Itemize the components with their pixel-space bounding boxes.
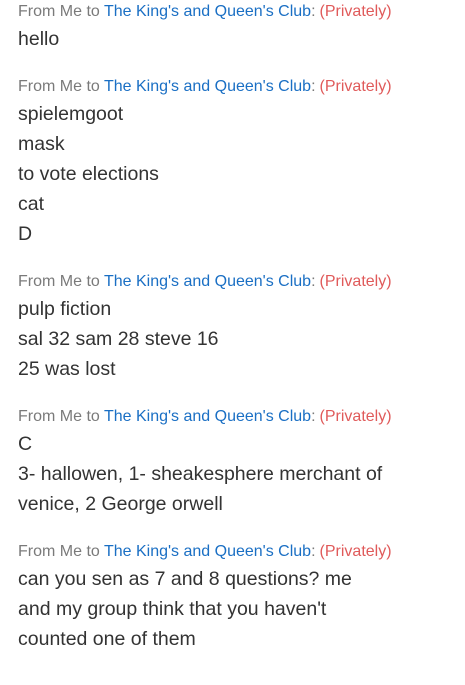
message-line: C xyxy=(18,433,33,455)
privacy-label: (Privately) xyxy=(319,3,392,20)
separator: : xyxy=(311,273,316,290)
message-line: can you sen as 7 and 8 questions? me xyxy=(18,568,352,590)
chat-message: From Me to The King's and Queen's Club:(… xyxy=(18,77,465,249)
chat-log: From Me to The King's and Queen's Club:(… xyxy=(0,2,465,654)
recipient-link[interactable]: The King's and Queen's Club xyxy=(104,408,311,425)
separator: : xyxy=(311,408,316,425)
recipient-link[interactable]: The King's and Queen's Club xyxy=(104,543,311,560)
message-line: sal 32 sam 28 steve 16 xyxy=(18,328,219,350)
privacy-label: (Privately) xyxy=(319,273,392,290)
separator: : xyxy=(311,543,316,560)
message-line: spielemgoot xyxy=(18,103,124,125)
recipient-link[interactable]: The King's and Queen's Club xyxy=(104,78,311,95)
message-line: D xyxy=(18,223,33,245)
message-body: pulp fiction sal 32 sam 28 steve 16 25 w… xyxy=(18,294,438,384)
recipient-link[interactable]: The King's and Queen's Club xyxy=(104,273,311,290)
message-body: hello xyxy=(18,24,438,54)
message-body: spielemgoot mask to vote elections cat D xyxy=(18,99,438,249)
privacy-label: (Privately) xyxy=(319,78,392,95)
message-header: From Me to The King's and Queen's Club:(… xyxy=(18,2,465,22)
privacy-label: (Privately) xyxy=(319,543,392,560)
chat-message: From Me to The King's and Queen's Club:(… xyxy=(18,407,465,519)
message-line: hello xyxy=(18,28,60,50)
message-body: can you sen as 7 and 8 questions? me and… xyxy=(18,564,438,654)
message-line: and my group think that you haven't xyxy=(18,598,327,620)
message-line: cat xyxy=(18,193,45,215)
message-line: pulp fiction xyxy=(18,298,112,320)
message-line: venice, 2 George orwell xyxy=(18,493,223,515)
chat-message: From Me to The King's and Queen's Club:(… xyxy=(18,272,465,384)
sender-label: From Me to xyxy=(18,78,100,95)
sender-label: From Me to xyxy=(18,3,100,20)
sender-label: From Me to xyxy=(18,408,100,425)
message-header: From Me to The King's and Queen's Club:(… xyxy=(18,77,465,97)
chat-message: From Me to The King's and Queen's Club:(… xyxy=(18,542,465,654)
message-body: C 3- hallowen, 1- sheakesphere merchant … xyxy=(18,429,438,519)
message-line: to vote elections xyxy=(18,163,159,185)
message-line: counted one of them xyxy=(18,628,196,650)
privacy-label: (Privately) xyxy=(319,408,392,425)
message-line: 3- hallowen, 1- sheakesphere merchant of xyxy=(18,463,383,485)
recipient-link[interactable]: The King's and Queen's Club xyxy=(104,3,311,20)
message-header: From Me to The King's and Queen's Club:(… xyxy=(18,272,465,292)
message-header: From Me to The King's and Queen's Club:(… xyxy=(18,542,465,562)
message-line: 25 was lost xyxy=(18,358,116,380)
separator: : xyxy=(311,3,316,20)
message-header: From Me to The King's and Queen's Club:(… xyxy=(18,407,465,427)
sender-label: From Me to xyxy=(18,273,100,290)
sender-label: From Me to xyxy=(18,543,100,560)
separator: : xyxy=(311,78,316,95)
chat-message: From Me to The King's and Queen's Club:(… xyxy=(18,2,465,54)
message-line: mask xyxy=(18,133,65,155)
